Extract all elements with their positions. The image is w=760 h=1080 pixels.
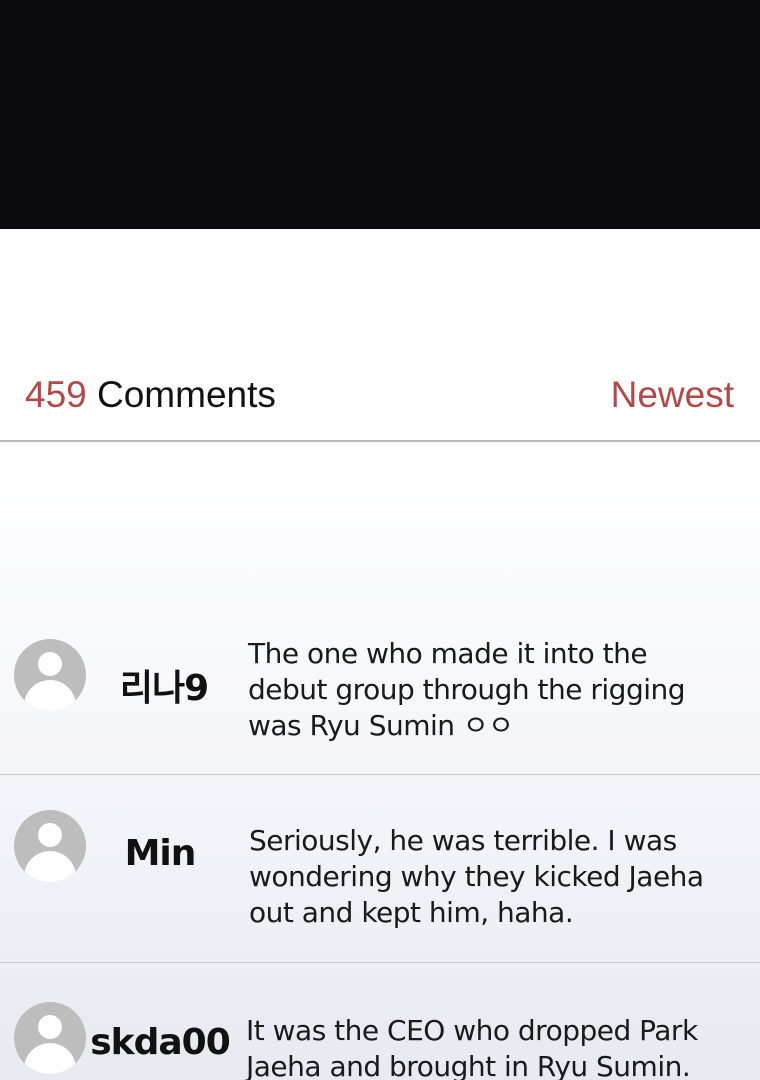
- comment-item: skda00 It was the CEO who dropped Park J…: [0, 963, 760, 1080]
- comment-text-line: was Ryu Sumin ㅇㅇ: [248, 709, 514, 742]
- comment-text-line: The one who made it into the: [248, 637, 648, 670]
- avatar-icon[interactable]: [14, 1002, 86, 1074]
- comment-text-line: Seriously, he was terrible. I was: [249, 824, 677, 857]
- comment-text: The one who made it into the debut group…: [248, 636, 748, 744]
- comment-text: It was the CEO who dropped Park Jaeha an…: [246, 1013, 746, 1080]
- comment-item: Min Seriously, he was terrible. I was wo…: [0, 775, 760, 963]
- sort-newest-button[interactable]: Newest: [611, 374, 734, 416]
- comment-username[interactable]: skda00: [90, 1022, 231, 1063]
- comments-count: 459: [25, 374, 87, 415]
- comment-username[interactable]: Min: [90, 833, 230, 874]
- avatar-icon[interactable]: [14, 639, 86, 711]
- comment-text-line: out and kept him, haha.: [249, 896, 574, 929]
- avatar-icon[interactable]: [14, 810, 86, 882]
- comment-item: 리나9 The one who made it into the debut g…: [0, 603, 760, 775]
- comment-username[interactable]: 리나9: [94, 659, 234, 711]
- comments-label: Comments: [86, 374, 276, 415]
- comment-text-line: wondering why they kicked Jaeha: [249, 860, 704, 893]
- image-panel-dark: [0, 0, 760, 229]
- comment-text: Seriously, he was terrible. I was wonder…: [249, 823, 749, 931]
- comments-title: 459 Comments: [25, 374, 276, 416]
- comments-header: 459 Comments Newest: [0, 360, 760, 442]
- comment-text-line: It was the CEO who dropped Park: [246, 1014, 698, 1047]
- comment-text-line: Jaeha and brought in Ryu Sumin.: [246, 1050, 691, 1080]
- comment-text-line: debut group through the rigging: [248, 673, 686, 706]
